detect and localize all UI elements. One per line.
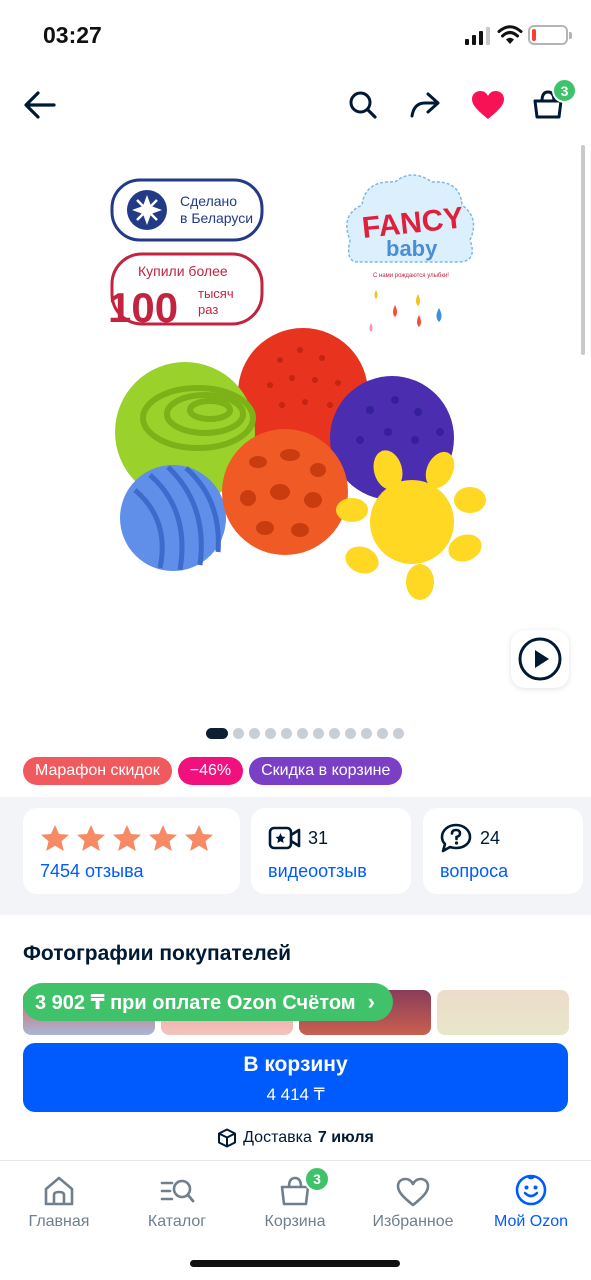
made-in-line2: в Беларуси bbox=[180, 210, 253, 226]
made-in-belarus-badge: Сделано в Беларуси bbox=[110, 178, 264, 242]
questions-card[interactable]: 24 вопроса bbox=[423, 808, 583, 894]
bought-badge: Купили более 100 тысяч раз bbox=[108, 252, 264, 331]
heart-icon bbox=[472, 91, 504, 119]
pagination-dot-active[interactable] bbox=[206, 728, 228, 739]
box-icon bbox=[218, 1128, 237, 1148]
video-reviews-link[interactable]: видеоотзыв bbox=[268, 861, 367, 882]
product-toolbar bbox=[0, 75, 591, 135]
star-icon bbox=[149, 825, 177, 851]
home-indicator[interactable] bbox=[190, 1260, 400, 1267]
share-button[interactable] bbox=[405, 85, 445, 125]
ozon-account-price-label: 3 902 ₸ при оплате Ozon Счётом bbox=[35, 991, 356, 1014]
customer-photo[interactable] bbox=[437, 990, 569, 1035]
pagination-dot[interactable] bbox=[361, 728, 372, 739]
video-review-icon bbox=[268, 826, 301, 850]
product-image-gallery[interactable]: Сделано в Беларуси Купили более 100 тыся… bbox=[0, 150, 591, 710]
ozon-account-price-pill[interactable]: 3 902 ₸ при оплате Ozon Счётом › bbox=[23, 983, 393, 1021]
question-icon bbox=[440, 823, 472, 853]
reviews-link[interactable]: 7454 отзыва bbox=[40, 861, 143, 882]
tab-home[interactable]: Главная bbox=[0, 1171, 118, 1241]
home-icon bbox=[44, 1176, 74, 1206]
rating-stars bbox=[40, 824, 214, 852]
delivery-prefix: Доставка bbox=[243, 1129, 312, 1146]
tab-catalog[interactable]: Каталог bbox=[118, 1171, 236, 1241]
favorite-button[interactable] bbox=[468, 85, 508, 125]
profile-icon bbox=[515, 1174, 547, 1206]
cellular-signal-icon bbox=[465, 27, 490, 45]
tab-home-label: Главная bbox=[28, 1213, 90, 1230]
chevron-right-icon: › bbox=[367, 989, 375, 1014]
video-count: 31 bbox=[308, 828, 329, 848]
sensory-balls bbox=[115, 328, 486, 600]
badge-marathon: Марафон скидок bbox=[23, 757, 172, 785]
pagination-dot[interactable] bbox=[233, 728, 244, 739]
pagination-dot[interactable] bbox=[281, 728, 292, 739]
pagination-dot[interactable] bbox=[377, 728, 388, 739]
pagination-dot[interactable] bbox=[329, 728, 340, 739]
status-bar: 03:27 bbox=[0, 0, 591, 70]
promo-badges: Марафон скидок −46% Скидка в корзине bbox=[23, 757, 403, 785]
star-icon bbox=[185, 825, 213, 851]
bought-line1: Купили более bbox=[138, 263, 228, 279]
bought-line3: раз bbox=[198, 302, 218, 317]
gallery-pagination bbox=[0, 728, 591, 740]
questions-link[interactable]: вопроса bbox=[440, 861, 508, 882]
tab-my-ozon-label: Мой Ozon bbox=[493, 1213, 569, 1230]
customer-photos-title: Фотографии покупателей bbox=[23, 942, 292, 965]
add-to-cart-label: В корзину bbox=[243, 1053, 348, 1076]
play-icon bbox=[518, 637, 562, 681]
arrow-left-icon bbox=[24, 91, 56, 119]
share-icon bbox=[410, 92, 440, 118]
brand-baby: baby bbox=[386, 236, 438, 261]
bought-line2: тысяч bbox=[198, 286, 234, 301]
bought-number: 100 bbox=[108, 284, 178, 331]
pagination-dot[interactable] bbox=[265, 728, 276, 739]
add-to-cart-button[interactable]: В корзину 4 414 ₸ bbox=[23, 1043, 568, 1112]
pagination-dot[interactable] bbox=[345, 728, 356, 739]
delivery-info[interactable]: Доставка 7 июля bbox=[0, 1128, 591, 1148]
search-button[interactable] bbox=[343, 85, 383, 125]
tab-cart-badge: 3 bbox=[304, 1166, 330, 1192]
video-reviews-card[interactable]: 31 видеоотзыв bbox=[251, 808, 411, 894]
delivery-date: 7 июля bbox=[317, 1129, 374, 1146]
tab-catalog-label: Каталог bbox=[147, 1213, 207, 1230]
badge-cart-discount: Скидка в корзине bbox=[249, 757, 403, 785]
catalog-icon bbox=[160, 1179, 195, 1203]
brand-slogan: С нами рождаются улыбки! bbox=[373, 273, 449, 279]
star-icon bbox=[77, 825, 105, 851]
fancy-baby-logo: FANCY baby С нами рождаются улыбки! bbox=[346, 174, 475, 332]
star-icon bbox=[41, 825, 69, 851]
play-video-button[interactable] bbox=[511, 630, 569, 688]
tab-cart[interactable]: Корзина bbox=[236, 1171, 354, 1241]
add-to-cart-price: 4 414 ₸ bbox=[266, 1085, 325, 1104]
battery-icon bbox=[528, 25, 572, 45]
pagination-dot[interactable] bbox=[393, 728, 404, 739]
heart-outline-icon bbox=[396, 1177, 430, 1207]
cart-count-badge: 3 bbox=[552, 78, 577, 103]
star-icon bbox=[113, 825, 141, 851]
tab-my-ozon[interactable]: Мой Ozon bbox=[472, 1171, 590, 1241]
status-time: 03:27 bbox=[43, 22, 102, 48]
pagination-dot[interactable] bbox=[297, 728, 308, 739]
badge-discount-percent: −46% bbox=[177, 757, 244, 785]
search-icon bbox=[349, 91, 377, 119]
pagination-dot[interactable] bbox=[249, 728, 260, 739]
made-in-line1: Сделано bbox=[180, 193, 237, 209]
page-scrollbar[interactable] bbox=[581, 145, 585, 355]
product-image: Сделано в Беларуси Купили более 100 тыся… bbox=[108, 174, 486, 600]
reviews-card[interactable]: 7454 отзыва bbox=[23, 808, 240, 894]
back-button[interactable] bbox=[20, 85, 60, 125]
wifi-icon bbox=[497, 25, 523, 44]
questions-count: 24 bbox=[480, 828, 501, 848]
tab-cart-label: Корзина bbox=[264, 1213, 326, 1230]
pagination-dot[interactable] bbox=[313, 728, 324, 739]
tab-favorites[interactable]: Избранное bbox=[354, 1171, 472, 1241]
tab-favorites-label: Избранное bbox=[372, 1213, 454, 1230]
